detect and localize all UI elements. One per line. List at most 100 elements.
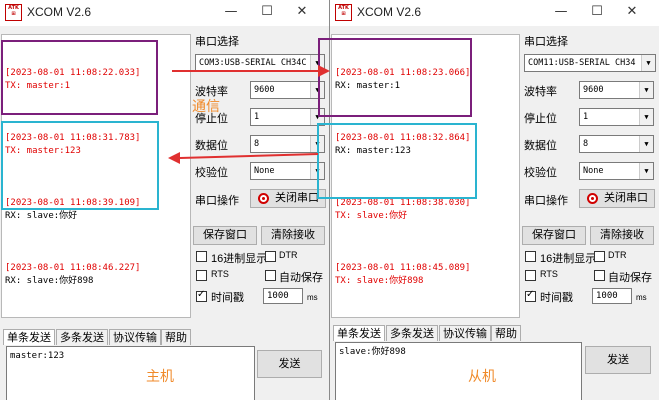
data-select[interactable]: 8 ▼ (250, 135, 325, 153)
baud-label: 波特率 (524, 86, 557, 98)
log-entries: [2023-08-01 11:08:23.066] RX: master:1 [2… (332, 35, 519, 314)
dtr-label: DTR (279, 250, 298, 260)
log-message: RX: slave:你好 (5, 211, 78, 221)
rts-label: RTS (211, 269, 229, 279)
parity-label: 校验位 (524, 167, 557, 179)
port-label: 串口选择 (524, 36, 568, 48)
window-title: XCOM V2.6 (357, 5, 422, 19)
port-status-icon (587, 193, 598, 204)
tab-help[interactable]: 帮助 (161, 329, 191, 345)
timestamp-interval-input[interactable]: 1000 (592, 288, 632, 304)
chevron-down-icon: ▼ (310, 82, 324, 98)
log-entry: [2023-08-01 11:08:39.109] RX: slave:你好 (5, 198, 141, 221)
log-entry: [2023-08-01 11:08:31.783] TX: master:123 (5, 133, 141, 156)
dtr-checkbox[interactable] (265, 251, 276, 262)
chevron-down-icon: ▼ (639, 163, 653, 179)
save-window-button[interactable]: 保存窗口 (522, 226, 586, 245)
send-input[interactable]: slave:你好898 (335, 342, 582, 400)
hex-display-label: 16进制显示 (211, 253, 268, 265)
log-entry: [2023-08-01 11:08:22.033] TX: master:1 (5, 68, 141, 91)
save-window-button[interactable]: 保存窗口 (193, 226, 257, 245)
port-select[interactable]: COM3:USB-SERIAL CH34C ▼ (195, 54, 325, 72)
parity-select[interactable]: None ▼ (250, 162, 325, 180)
log-entry: [2023-08-01 11:08:38.030] TX: slave:你好 (335, 198, 471, 221)
receive-area[interactable]: [2023-08-01 11:08:23.066] RX: master:1 [2… (331, 34, 520, 318)
receive-area[interactable]: [2023-08-01 11:08:22.033] TX: master:1 [2… (1, 34, 191, 318)
timestamp-interval-input[interactable]: 1000 (263, 288, 303, 304)
rts-checkbox[interactable] (196, 270, 207, 281)
send-button[interactable]: 发送 (585, 346, 651, 374)
baud-select[interactable]: 9600 ▼ (579, 81, 654, 99)
serial-op-label: 串口操作 (524, 195, 568, 207)
autosave-label: 自动保存 (279, 272, 323, 284)
tab-multi-send[interactable]: 多条发送 (386, 325, 438, 341)
send-input[interactable]: master:123 (6, 346, 255, 400)
stop-select[interactable]: 1 ▼ (250, 108, 325, 126)
log-message: RX: slave:你好898 (5, 276, 94, 286)
send-button[interactable]: 发送 (257, 350, 322, 378)
maximize-icon[interactable]: ☐ (589, 4, 605, 20)
dtr-checkbox[interactable] (594, 251, 605, 262)
log-message: TX: slave:你好 (335, 211, 408, 221)
log-entry: [2023-08-01 11:08:23.066] RX: master:1 (335, 68, 471, 91)
clear-receive-button[interactable]: 清除接收 (261, 226, 325, 245)
close-port-button[interactable]: 关闭串口 (579, 189, 655, 208)
log-message: TX: slave:你好898 (335, 276, 424, 286)
log-message: RX: master:123 (335, 146, 411, 156)
atk-logo-icon: ATK ⊞ (5, 4, 22, 21)
port-label: 串口选择 (195, 36, 239, 48)
port-select[interactable]: COM11:USB-SERIAL CH34 ▼ (524, 54, 656, 72)
rts-checkbox[interactable] (525, 270, 536, 281)
port-status-icon (258, 193, 269, 204)
minimize-icon[interactable]: — (553, 4, 569, 20)
close-port-button[interactable]: 关闭串口 (250, 189, 326, 208)
stop-select[interactable]: 1 ▼ (579, 108, 654, 126)
tab-single-send[interactable]: 单条发送 (333, 325, 385, 341)
maximize-icon[interactable]: ☐ (259, 4, 275, 20)
ms-label: ms (307, 293, 318, 302)
hex-display-label: 16进制显示 (540, 253, 597, 265)
parity-label: 校验位 (195, 167, 228, 179)
data-label: 数据位 (524, 140, 557, 152)
log-entry: [2023-08-01 11:08:45.089] TX: slave:你好898 (335, 263, 471, 286)
rts-label: RTS (540, 269, 558, 279)
master-window: ATK ⊞ XCOM V2.6 — ☐ ✕ [2023-08-01 11:08:2… (0, 0, 329, 400)
tab-protocol[interactable]: 协议传输 (109, 329, 161, 345)
dtr-label: DTR (608, 250, 627, 260)
autosave-checkbox[interactable] (594, 270, 605, 281)
data-label: 数据位 (195, 140, 228, 152)
tab-single-send[interactable]: 单条发送 (3, 329, 55, 345)
serial-op-label: 串口操作 (195, 195, 239, 207)
chevron-down-icon: ▼ (310, 163, 324, 179)
timestamp-checkbox[interactable] (196, 289, 207, 302)
tab-protocol[interactable]: 协议传输 (439, 325, 491, 341)
log-message: RX: master:1 (335, 81, 401, 91)
chevron-down-icon: ▼ (310, 109, 324, 125)
chevron-down-icon: ▼ (310, 55, 324, 71)
baud-select[interactable]: 9600 ▼ (250, 81, 325, 99)
chevron-down-icon: ▼ (639, 109, 653, 125)
tab-help[interactable]: 帮助 (491, 325, 521, 341)
log-entries: [2023-08-01 11:08:22.033] TX: master:1 [2… (2, 35, 190, 314)
slave-window: ATK ⊞ XCOM V2.6 — ☐ ✕ [2023-08-01 11:08:2… (329, 0, 659, 400)
parity-select[interactable]: None ▼ (579, 162, 654, 180)
autosave-checkbox[interactable] (265, 270, 276, 281)
data-select[interactable]: 8 ▼ (579, 135, 654, 153)
hex-display-checkbox[interactable] (525, 251, 536, 262)
clear-receive-button[interactable]: 清除接收 (590, 226, 654, 245)
chevron-down-icon: ▼ (639, 136, 653, 152)
log-message: TX: master:1 (5, 81, 71, 91)
tab-multi-send[interactable]: 多条发送 (56, 329, 108, 345)
comm-annotation: 通信 (192, 98, 220, 114)
close-icon[interactable]: ✕ (624, 4, 640, 20)
chevron-down-icon: ▼ (310, 136, 324, 152)
chevron-down-icon: ▼ (641, 55, 655, 71)
ms-label: ms (636, 293, 647, 302)
hex-display-checkbox[interactable] (196, 251, 207, 262)
stop-label: 停止位 (524, 113, 557, 125)
timestamp-checkbox[interactable] (525, 289, 536, 302)
master-titlebar: ATK ⊞ XCOM V2.6 — ☐ ✕ (0, 0, 329, 26)
close-icon[interactable]: ✕ (294, 4, 310, 20)
autosave-label: 自动保存 (608, 272, 652, 284)
minimize-icon[interactable]: — (223, 4, 239, 20)
